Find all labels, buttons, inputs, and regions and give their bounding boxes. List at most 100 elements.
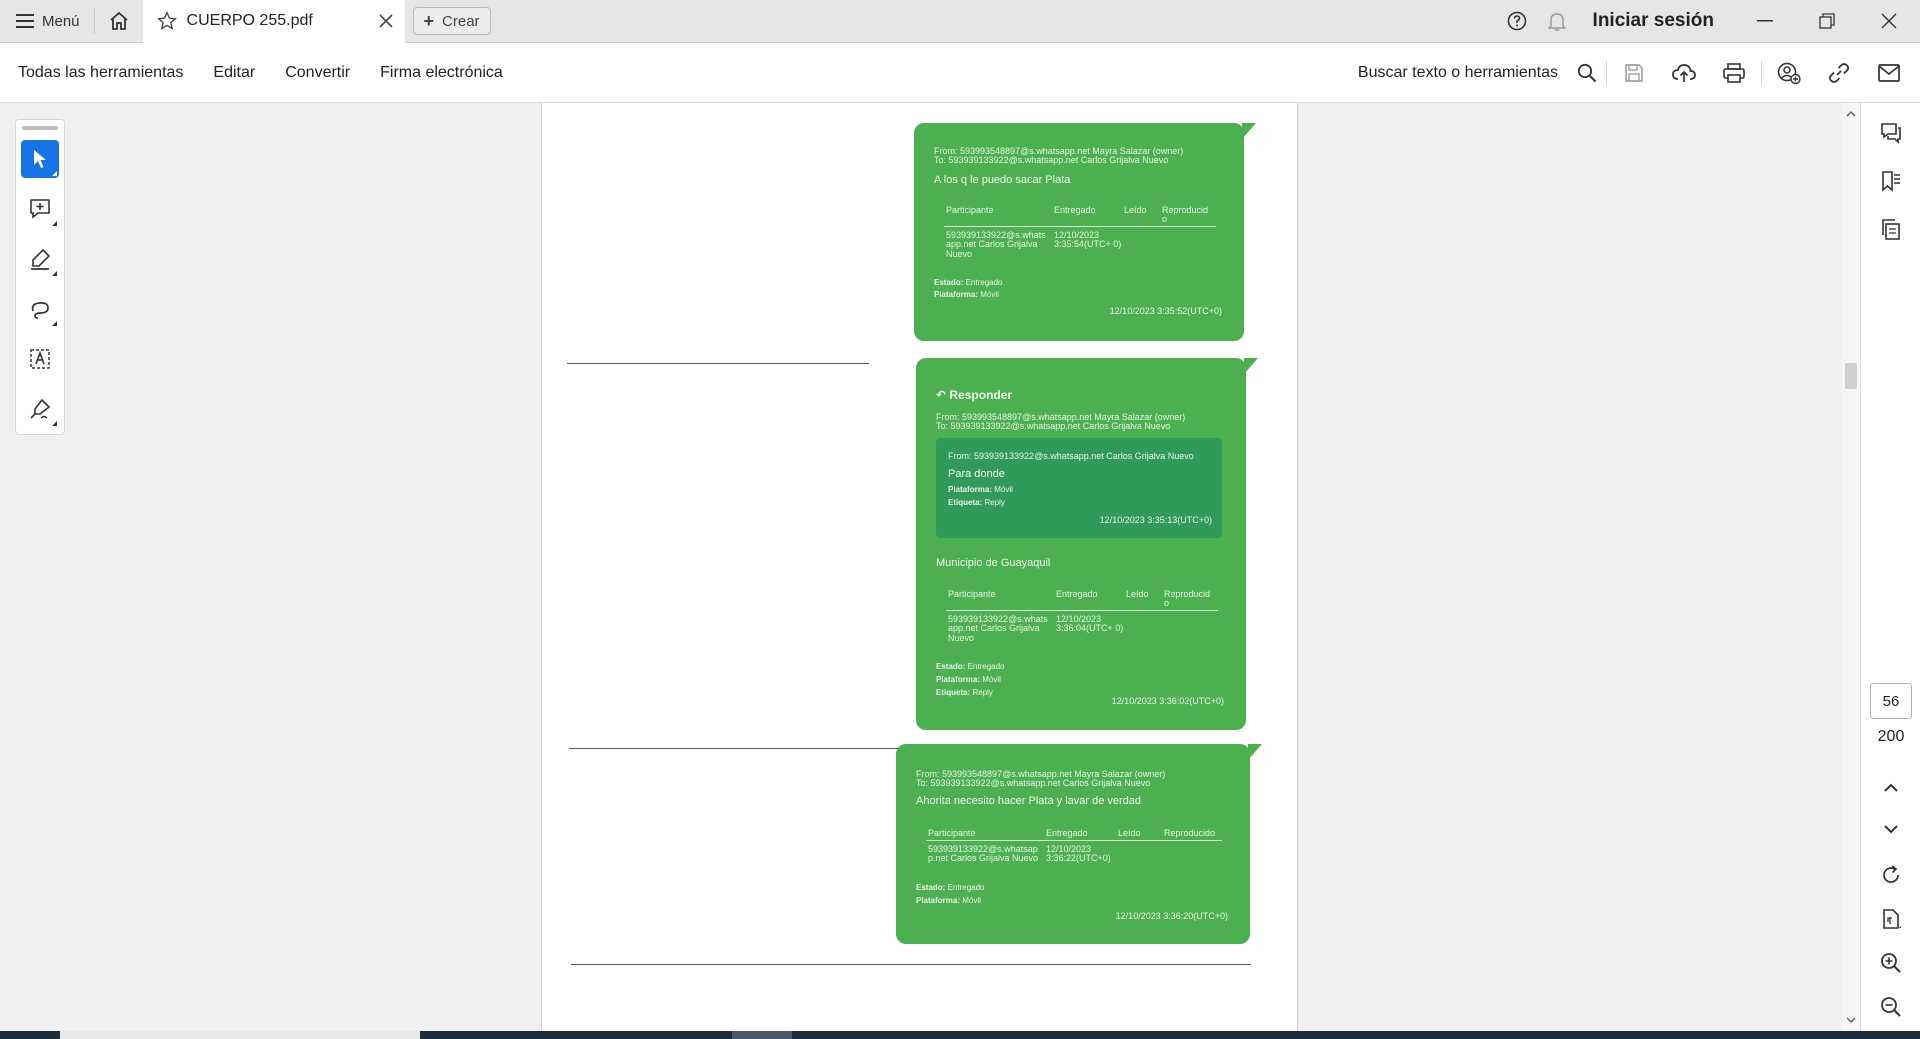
expand-corner <box>52 221 57 226</box>
print-icon[interactable] <box>1709 43 1759 103</box>
participant-cell: 593939133922@s.whats app.net Carlos Grij… <box>946 230 1046 259</box>
signin-button[interactable]: Iniciar sesión <box>1577 10 1734 32</box>
message-to: To: 593939133922@s.whatsapp.net Carlos G… <box>936 421 1171 431</box>
scroll-thumb[interactable] <box>1845 363 1857 389</box>
taskbar-search[interactable] <box>60 1031 420 1039</box>
zoom-out-icon[interactable] <box>1871 987 1911 1027</box>
zoom-in-icon[interactable] <box>1871 943 1911 983</box>
etiqueta-label: Etiqueta: <box>936 688 971 697</box>
close-window-button[interactable] <box>1858 0 1920 43</box>
select-tool-button[interactable] <box>21 140 59 178</box>
quote-etiqueta-value: Reply <box>984 498 1005 507</box>
restore-button[interactable] <box>1796 0 1858 43</box>
main-toolbar: Todas las herramientas Editar Convertir … <box>0 43 1920 103</box>
rotate-icon[interactable] <box>1871 855 1911 895</box>
quoted-message: From: 593939133922@s.whatsapp.net Carlos… <box>936 438 1222 538</box>
document-tab[interactable]: CUERPO 255.pdf <box>142 0 405 43</box>
message-text: A los q le puedo sacar Plata <box>934 174 1071 186</box>
highlight-tool-button[interactable] <box>21 240 59 278</box>
taskbar-app[interactable] <box>732 1031 792 1039</box>
share-user-icon[interactable] <box>1764 43 1814 103</box>
next-page-icon[interactable] <box>1871 809 1911 849</box>
scroll-up-icon[interactable] <box>1844 107 1858 121</box>
hamburger-icon <box>16 14 34 28</box>
message-timestamp: 12/10/2023 3:36:02(UTC+0) <box>1111 696 1224 706</box>
draw-tool-button[interactable] <box>21 290 59 328</box>
scroll-down-icon[interactable] <box>1844 1013 1858 1027</box>
table-header-read: Leído <box>1124 205 1147 215</box>
highlighter-icon <box>31 248 51 270</box>
table-header-delivered: Entregado <box>1056 589 1098 599</box>
quote-etiqueta-label: Etiqueta: <box>948 498 983 507</box>
home-button[interactable] <box>95 0 143 43</box>
bookmarks-icon[interactable] <box>1871 161 1911 201</box>
reply-label: Responder <box>949 388 1013 402</box>
star-icon[interactable] <box>156 11 177 31</box>
all-tools-menu[interactable]: Todas las herramientas <box>0 64 198 82</box>
fit-page-icon[interactable] <box>1871 899 1911 939</box>
message-timestamp: 12/10/2023 3:35:52(UTC+0) <box>1109 306 1222 316</box>
menu-button[interactable]: Menú <box>0 0 94 43</box>
search-icon[interactable] <box>1570 43 1604 103</box>
bell-icon[interactable] <box>1537 0 1577 43</box>
search-tools-label[interactable]: Buscar texto o herramientas <box>1358 64 1558 82</box>
convert-menu[interactable]: Convertir <box>270 64 365 82</box>
link-icon[interactable] <box>1814 43 1864 103</box>
cloud-upload-icon[interactable] <box>1659 43 1709 103</box>
message-text: Ahorita necesito hacer Plata y lavar de … <box>916 795 1142 807</box>
estado-label: Estado: <box>934 278 964 287</box>
quick-tools-panel <box>15 119 65 435</box>
text-box-tool-button[interactable] <box>21 340 59 378</box>
document-viewport[interactable]: From: 593993548897@s.whatsapp.net Mayra … <box>0 103 1845 1033</box>
e-signature-menu[interactable]: Firma electrónica <box>365 64 518 82</box>
quote-timestamp: 12/10/2023 3:35:13(UTC+0) <box>1099 515 1212 525</box>
quote-plataforma-value: Móvil <box>994 485 1013 494</box>
separator-line <box>569 748 899 749</box>
participant-cell: 593939133922@s.whatsap p.net Carlos Grij… <box>928 844 1039 864</box>
quote-plataforma-label: Plataforma: <box>948 485 993 494</box>
add-comment-button[interactable] <box>21 190 59 228</box>
table-header-participant: Participante <box>948 589 996 599</box>
email-icon[interactable] <box>1864 43 1914 103</box>
table-rule <box>946 610 1218 611</box>
table-header-delivered: Entregado <box>1046 828 1088 838</box>
estado-line: Estado: Entregado <box>916 883 985 892</box>
message-text: Municipio de Guayaquil <box>936 557 1051 569</box>
drag-handle[interactable] <box>22 126 58 130</box>
estado-line: Estado: Entregado <box>936 662 1005 671</box>
delivered-cell: 12/10/2023 3:35:54(UTC+ 0) <box>1054 230 1122 250</box>
bubble-tail <box>1248 744 1262 760</box>
create-button[interactable]: + Crear <box>412 7 491 35</box>
help-icon[interactable] <box>1497 0 1537 43</box>
edit-menu[interactable]: Editar <box>198 64 270 82</box>
minimize-button[interactable] <box>1734 0 1796 43</box>
text-box-icon <box>30 349 50 369</box>
table-header-played: Reproducid o <box>1164 589 1211 609</box>
plataforma-label: Plataforma: <box>936 675 981 684</box>
plataforma-line: Plataforma: Móvil <box>916 896 981 905</box>
plataforma-value: Móvil <box>982 675 1001 684</box>
quote-text: Para donde <box>948 468 1005 480</box>
save-icon[interactable] <box>1609 43 1659 103</box>
close-icon <box>1881 13 1897 29</box>
plataforma-value: Móvil <box>962 896 981 905</box>
expand-corner <box>52 271 57 276</box>
estado-label: Estado: <box>936 662 966 671</box>
pages-thumbnails-icon[interactable] <box>1871 209 1911 249</box>
sign-tool-button[interactable] <box>21 390 59 428</box>
message-to: To: 593939133922@s.whatsapp.net Carlos G… <box>916 778 1151 788</box>
current-page-input[interactable]: 56 <box>1870 683 1912 719</box>
close-tab-icon[interactable] <box>378 14 393 28</box>
cursor-icon <box>34 150 46 168</box>
comments-panel-icon[interactable] <box>1871 113 1911 153</box>
previous-page-icon[interactable] <box>1871 767 1911 807</box>
vertical-scrollbar[interactable] <box>1842 103 1860 1031</box>
chat-message-1: From: 593993548897@s.whatsapp.net Mayra … <box>914 123 1256 341</box>
message-timestamp: 12/10/2023 3:36:20(UTC+0) <box>1115 911 1228 921</box>
table-header-read: Leído <box>1126 589 1149 599</box>
reply-header: ↶ Responder <box>936 388 1013 402</box>
table-header-delivered: Entregado <box>1054 205 1096 215</box>
pen-sign-icon <box>30 398 51 419</box>
total-pages: 200 <box>1877 728 1905 745</box>
expand-corner <box>52 421 57 426</box>
